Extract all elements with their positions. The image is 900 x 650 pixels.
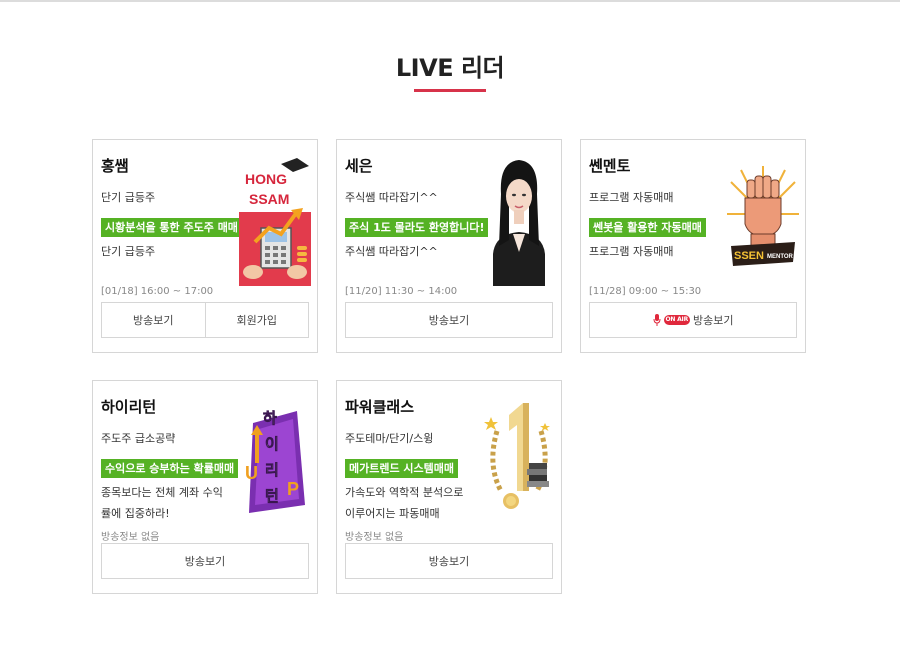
section-title: LIVE 리더 xyxy=(395,54,505,82)
leader-name: 쎈멘토 xyxy=(589,157,631,175)
leader-badge: 시황분석을 통한 주도주 매매 xyxy=(101,218,242,237)
hongssam-logo-text-1: HONG xyxy=(245,171,287,187)
leader-description: 단기 급등주 xyxy=(101,245,156,258)
broadcast-info: 방송정보 없음 xyxy=(101,532,160,543)
on-air-badge: ON AIR xyxy=(663,315,691,325)
leader-card-seeun: 세은 주식쌤 따라잡기^^ 주식 1도 몰라도 환영합니다! 주식쌤 따라잡기^… xyxy=(336,139,562,353)
microphone-icon xyxy=(653,314,660,326)
leader-subtitle: 주도주 급소공략 xyxy=(101,432,176,445)
leader-badge: 쎈봇을 활용한 자동매매 xyxy=(589,218,706,237)
card-buttons: ON AIR 방송보기 xyxy=(589,302,797,338)
leader-name: 하이리턴 xyxy=(101,398,157,416)
signup-button[interactable]: 회원가입 xyxy=(205,302,309,338)
leader-badge: 주식 1도 몰라도 환영합니다! xyxy=(345,218,489,237)
watch-broadcast-button[interactable]: 방송보기 xyxy=(101,543,309,579)
broadcast-time: [11/28] 09:00 ~ 15:30 xyxy=(589,286,702,297)
top-divider xyxy=(0,0,900,2)
leader-badge: 메가트렌드 시스템매매 xyxy=(345,459,459,478)
broadcast-info: 방송정보 없음 xyxy=(345,532,404,543)
leader-subtitle: 프로그램 자동매매 xyxy=(589,191,674,204)
card-buttons: 방송보기 회원가입 xyxy=(101,302,309,338)
highreturn-char-2: 이 xyxy=(265,436,279,453)
card-buttons: 방송보기 xyxy=(345,543,553,579)
highreturn-char-1: 하 xyxy=(263,410,277,427)
highreturn-char-3: 리 xyxy=(265,462,279,479)
leader-name: 파워클래스 xyxy=(345,398,415,416)
leader-name: 홍쌤 xyxy=(101,157,129,175)
broadcast-time: [11/20] 11:30 ~ 14:00 xyxy=(345,286,458,297)
mentor-logo-text: MENTOR xyxy=(767,254,794,260)
seeun-portrait xyxy=(493,160,545,286)
ssen-logo-text: SSEN xyxy=(734,250,764,262)
watch-broadcast-button[interactable]: 방송보기 xyxy=(345,302,553,338)
highreturn-up-p: P xyxy=(287,479,299,499)
leader-name: 세은 xyxy=(345,157,373,175)
leader-description: 종목보다는 전체 계좌 수익률에 집중하라! xyxy=(101,486,223,520)
ssenmentor-fist-image: SSEN MENTOR xyxy=(727,166,799,266)
powerclass-trophy-image xyxy=(484,403,550,509)
hongssam-logo-text-2: SSAM xyxy=(249,191,289,207)
leader-card-highreturn: 하이리턴 주도주 급소공략 수익으로 승부하는 확률매매 종목보다는 전체 계좌… xyxy=(92,380,318,594)
watch-broadcast-button[interactable]: 방송보기 xyxy=(345,543,553,579)
leader-card-ssenmentor: 쎈멘토 프로그램 자동매매 쎈봇을 활용한 자동매매 프로그램 자동매매 [11… xyxy=(580,139,806,353)
leader-subtitle: 단기 급등주 xyxy=(101,191,156,204)
leader-description: 가속도와 역학적 분석으로 이루어지는 파동매매 xyxy=(345,486,464,520)
highreturn-up-u: U xyxy=(245,463,258,483)
leader-subtitle: 주식쌤 따라잡기^^ xyxy=(345,191,438,204)
title-underline xyxy=(414,89,486,92)
watch-broadcast-button[interactable]: ON AIR 방송보기 xyxy=(589,302,797,338)
leader-description: 주식쌤 따라잡기^^ xyxy=(345,245,438,258)
highreturn-char-4: 턴 xyxy=(265,488,279,505)
leader-subtitle: 주도테마/단기/스윙 xyxy=(345,432,434,445)
watch-broadcast-button[interactable]: 방송보기 xyxy=(101,302,206,338)
broadcast-time: [01/18] 16:00 ~ 17:00 xyxy=(101,286,214,297)
watch-broadcast-label: 방송보기 xyxy=(693,314,734,327)
hongssam-image: HONG SSAM xyxy=(239,158,311,286)
leader-badge: 수익으로 승부하는 확률매매 xyxy=(101,459,239,478)
leader-card-powerclass: 파워클래스 주도테마/단기/스윙 메가트렌드 시스템매매 가속도와 역학적 분석… xyxy=(336,380,562,594)
highreturn-image: 하 이 리 턴 U P xyxy=(245,410,305,513)
card-buttons: 방송보기 xyxy=(345,302,553,338)
card-buttons: 방송보기 xyxy=(101,543,309,579)
leader-card-hongssam: 홍쌤 단기 급등주 시황분석을 통한 주도주 매매 단기 급등주 [01/18]… xyxy=(92,139,318,353)
leader-description: 프로그램 자동매매 xyxy=(589,245,674,258)
